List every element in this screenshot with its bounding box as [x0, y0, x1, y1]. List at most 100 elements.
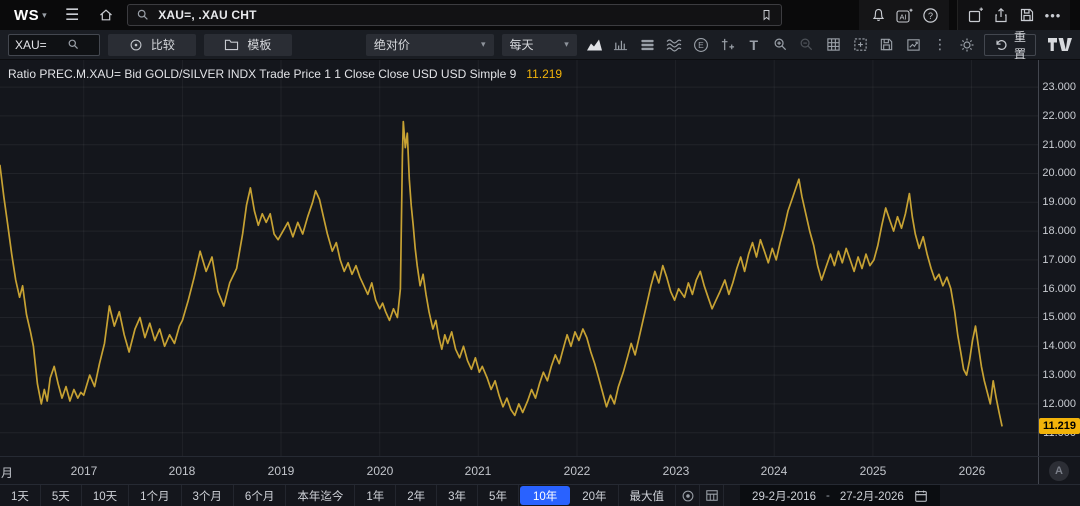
export-chart-button[interactable]	[904, 34, 923, 56]
range-button-10天[interactable]: 10天	[82, 485, 129, 506]
range-bar: 1天5天10天1个月3个月6个月本年迄今1年2年3年5年10年20年最大值 29…	[0, 484, 1080, 506]
year-tick-label: 2024	[761, 464, 788, 478]
range-button-2年[interactable]: 2年	[396, 485, 437, 506]
compare-icon	[129, 38, 143, 52]
compare-label: 比较	[151, 36, 175, 53]
axis-settings-button[interactable]	[718, 34, 737, 56]
date-range-picker[interactable]: 29-2月-2016 - 27-2月-2026	[740, 485, 940, 506]
price-mode-select[interactable]: 绝对价 ▾	[366, 34, 494, 56]
overlay-waves-button[interactable]	[665, 34, 684, 56]
more-options-button[interactable]: ⋮	[931, 34, 950, 56]
chart-panel[interactable]: Ratio PREC.M.XAU= Bid GOLD/SILVER INDX T…	[0, 60, 1080, 456]
symbol-input-value: XAU=	[15, 38, 54, 52]
calendar-grid-button[interactable]	[700, 485, 724, 506]
floppy-save-icon	[879, 37, 894, 52]
auto-scale-button[interactable]: A	[1049, 461, 1069, 481]
price-tick-label: 12.000	[1042, 397, 1076, 411]
interval-dial-button[interactable]	[676, 485, 700, 506]
svg-text:?: ?	[927, 11, 932, 21]
range-button-6个月[interactable]: 6个月	[234, 485, 286, 506]
range-button-3年[interactable]: 3年	[437, 485, 478, 506]
chevron-down-icon: ▾	[564, 39, 569, 50]
price-axis[interactable]: 23.00022.00021.00020.00019.00018.00017.0…	[1038, 60, 1080, 456]
price-tick-label: 13.000	[1042, 368, 1076, 382]
panels-button[interactable]	[638, 34, 657, 56]
more-menu-button[interactable]: •••	[1040, 2, 1066, 28]
home-button[interactable]	[93, 2, 119, 28]
range-button-3个月[interactable]: 3个月	[182, 485, 234, 506]
chart-type-area-button[interactable]	[585, 34, 604, 56]
template-label: 模板	[247, 36, 271, 53]
year-tick-label: 2017	[71, 464, 98, 478]
price-tick-label: 22.000	[1042, 109, 1076, 123]
chart-settings-button[interactable]	[957, 34, 976, 56]
tradingview-logo[interactable]	[1048, 38, 1072, 52]
bookmark-icon[interactable]	[760, 8, 773, 22]
template-button[interactable]: 模板	[204, 34, 292, 56]
help-button[interactable]: ?	[917, 2, 943, 28]
range-button-5天[interactable]: 5天	[41, 485, 82, 506]
search-icon	[136, 8, 150, 22]
chart-legend-row: Ratio PREC.M.XAU= Bid GOLD/SILVER INDX T…	[8, 67, 562, 81]
compare-button[interactable]: 比较	[108, 34, 196, 56]
time-axis[interactable]: 月 A 201720182019202020212022202320242025…	[0, 456, 1080, 484]
circle-e-icon: E	[693, 37, 709, 53]
price-line-series	[0, 122, 1002, 427]
range-button-最大值[interactable]: 最大值	[619, 485, 677, 506]
range-button-本年迄今[interactable]: 本年迄今	[286, 485, 355, 506]
year-tick-label: 2026	[959, 464, 986, 478]
symbol-input[interactable]: XAU=	[8, 34, 100, 56]
home-icon	[98, 7, 114, 23]
zoom-out-button[interactable]	[798, 34, 817, 56]
range-button-list: 1天5天10天1个月3个月6个月本年迄今1年2年3年5年10年20年最大值	[0, 485, 676, 506]
year-tick-label: 2019	[268, 464, 295, 478]
chart-type-bars-button[interactable]	[611, 34, 630, 56]
topbar-group-notifications: AI ?	[859, 0, 949, 30]
question-icon: ?	[922, 7, 939, 24]
price-tick-label: 17.000	[1042, 253, 1076, 267]
range-button-1天[interactable]: 1天	[0, 485, 41, 506]
text-tool-button[interactable]: T	[744, 34, 763, 56]
save-chart-button[interactable]	[877, 34, 896, 56]
waves-icon	[666, 38, 682, 52]
main-menu-button[interactable]: ☰	[59, 2, 85, 28]
ai-plus-icon: AI	[895, 7, 913, 24]
save-button[interactable]	[1014, 2, 1040, 28]
range-button-1个月[interactable]: 1个月	[129, 485, 181, 506]
events-button[interactable]: E	[691, 34, 710, 56]
bar-chart-icon	[613, 37, 628, 52]
new-layout-button[interactable]	[962, 2, 988, 28]
zoom-in-icon	[773, 37, 788, 52]
notifications-button[interactable]	[865, 2, 891, 28]
svg-text:AI: AI	[899, 12, 906, 21]
undo-arrow-icon	[994, 38, 1008, 52]
year-tick-label: 2022	[564, 464, 591, 478]
price-tick-label: 15.000	[1042, 310, 1076, 324]
svg-text:E: E	[698, 40, 704, 50]
chevron-down-icon: ▾	[42, 10, 47, 21]
snapshot-button[interactable]	[851, 34, 870, 56]
gear-icon	[959, 37, 975, 53]
ratio-line-chart[interactable]	[0, 60, 1038, 456]
zoom-in-button[interactable]	[771, 34, 790, 56]
ai-assistant-button[interactable]: AI	[891, 2, 917, 28]
kebab-menu-icon: ⋮	[933, 36, 947, 53]
axis-plus-icon	[720, 37, 735, 52]
text-tool-icon: T	[749, 37, 758, 53]
reset-button[interactable]: 重置	[984, 34, 1036, 56]
hamburger-icon: ☰	[65, 5, 79, 25]
date-range-start: 29-2月-2016	[752, 488, 816, 504]
range-button-5年[interactable]: 5年	[478, 485, 519, 506]
floppy-save-icon	[1019, 7, 1035, 23]
global-search[interactable]: XAU=, .XAU CHT	[127, 4, 782, 26]
share-button[interactable]	[988, 2, 1014, 28]
range-button-10年[interactable]: 10年	[520, 486, 570, 505]
range-button-20年[interactable]: 20年	[571, 485, 618, 506]
date-range-end: 27-2月-2026	[840, 488, 904, 504]
app-logo-text: WS	[14, 7, 39, 24]
interval-value: 每天	[510, 36, 551, 53]
interval-select[interactable]: 每天 ▾	[502, 34, 577, 56]
grid-layout-button[interactable]	[824, 34, 843, 56]
app-logo[interactable]: WS ▾	[10, 7, 51, 24]
range-button-1年[interactable]: 1年	[355, 485, 396, 506]
